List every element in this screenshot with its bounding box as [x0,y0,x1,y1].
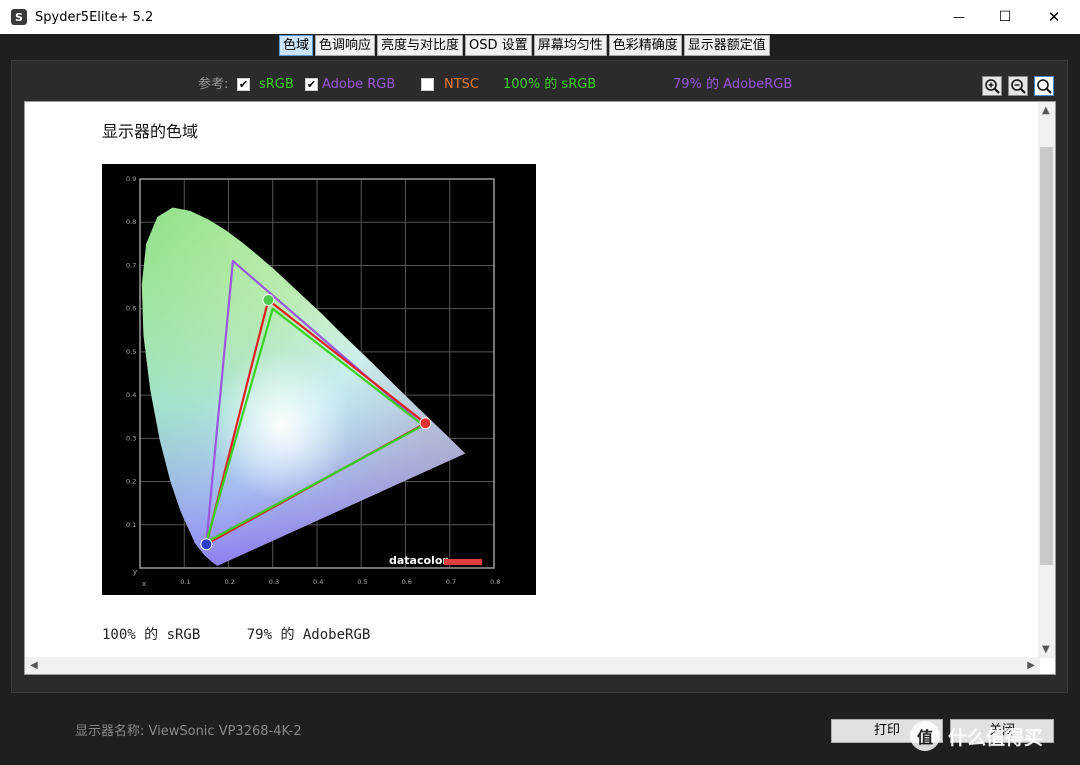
y-axis-label: y [133,568,137,576]
horizontal-scrollbar[interactable]: ◀ ▶ [25,657,1040,674]
watermark-text: 什么值得买 [948,726,1044,749]
zoom-out-button[interactable] [1008,76,1028,96]
y-tick-label: 0.4 [126,391,136,399]
scroll-right-icon[interactable]: ▶ [1027,660,1035,671]
results-line: 100% 的 sRGB 79% 的 AdobeRGB [102,624,408,644]
x-tick-label: 0.6 [402,578,412,586]
x-axis-label: x [142,580,146,588]
datacolor-logo: datacolor [389,554,448,567]
x-tick-label: 0.7 [446,578,456,586]
app-icon: S [11,9,27,25]
gamut-chart: 0.1 0.2 0.3 0.4 0.5 0.6 0.7 0.8 0.1 0.2 0.3 0.4 0.5 0… [102,164,536,595]
close-icon: ✕ [1047,8,1061,26]
zoom-fit-icon [1037,79,1052,94]
title-bar: S Spyder5Elite+ 5.2 — ☐ ✕ [0,0,1080,34]
zoom-fit-button[interactable] [1034,76,1054,96]
adobe-rgb-label[interactable]: Adobe RGB [322,75,395,95]
watermark-logo: 值 [910,721,940,751]
maximize-button[interactable]: ☐ [982,0,1028,34]
x-tick-label: 0.2 [225,578,235,586]
watermark: 值 什么值得买 [910,720,1043,752]
scroll-up-icon[interactable]: ▲ [1042,105,1050,116]
srgb-checkbox[interactable]: ✔ [237,78,250,91]
tab-osd-settings[interactable]: OSD 设置 [465,35,532,56]
window-title: Spyder5Elite+ 5.2 [35,9,154,25]
adobe-rgb-checkbox[interactable]: ✔ [305,78,318,91]
reference-label: 参考: [198,77,229,92]
y-tick-label: 0.1 [126,521,136,529]
ntsc-label[interactable]: NTSC [444,75,479,95]
result-adobe: 79% 的 AdobeRGB [246,627,371,643]
tab-gamut[interactable]: 色域 [279,35,314,56]
datacolor-logo-bar [444,559,482,565]
primary-point [419,417,432,430]
zoom-in-button[interactable] [982,76,1002,96]
minimize-button[interactable]: — [936,0,982,34]
x-tick-label: 0.5 [357,578,367,586]
maximize-icon: ☐ [998,9,1012,25]
scroll-left-icon[interactable]: ◀ [30,660,38,671]
gamut-svg: 0.1 0.2 0.3 0.4 0.5 0.6 0.7 0.8 0.1 0.2 0.3 0.4 0.5 0… [126,175,500,588]
tab-bar: 色域 色调响应 亮度与对比度 OSD 设置 屏幕均匀性 色彩精确度 显示器额定值 [279,34,772,56]
close-window-button[interactable]: ✕ [1031,0,1077,34]
primary-point [262,294,275,307]
adobe-coverage-summary: 79% 的 AdobeRGB [673,77,793,92]
tab-monitor-rating[interactable]: 显示器额定值 [683,35,770,56]
tab-screen-uniformity[interactable]: 屏幕均匀性 [533,35,607,56]
tab-brightness-contrast[interactable]: 亮度与对比度 [377,35,464,56]
reference-row: 参考: ✔ sRGB ✔ Adobe RGB NTSC 100% 的 sRGB … [0,75,1080,97]
x-tick-label: 0.1 [180,578,190,586]
spectral-locus [141,207,466,566]
vertical-scroll-thumb[interactable] [1040,147,1053,565]
zoom-in-icon [985,79,1000,94]
tab-color-accuracy[interactable]: 色彩精确度 [608,35,682,56]
ntsc-checkbox[interactable] [421,78,434,91]
x-tick-label: 0.3 [269,578,279,586]
white-point-glow [211,350,352,501]
y-tick-label: 0.8 [126,218,136,226]
minimize-icon: — [953,10,965,24]
primary-point [200,538,213,551]
x-tick-label: 0.4 [313,578,323,586]
y-tick-label: 0.5 [126,348,136,356]
x-tick-label: 0.8 [490,578,500,586]
y-tick-label: 0.9 [126,175,136,183]
y-tick-label: 0.6 [126,305,136,313]
report-title: 显示器的色域 [102,122,199,141]
y-tick-label: 0.3 [126,434,136,442]
result-srgb: 100% 的 sRGB [102,627,201,643]
srgb-label[interactable]: sRGB [259,75,294,95]
y-tick-label: 0.2 [126,478,136,486]
vertical-scrollbar[interactable]: ▲ ▼ [1038,102,1055,658]
monitor-name-label: 显示器名称: ViewSonic VP3268-4K-2 [75,724,302,739]
y-tick-label: 0.7 [126,261,136,269]
tab-tone-response[interactable]: 色调响应 [315,35,376,56]
scroll-down-icon[interactable]: ▼ [1042,644,1050,655]
srgb-coverage-summary: 100% 的 sRGB [503,77,597,92]
report-view[interactable]: 显示器的色域 0.1 0.2 0.3 0.4 0.5 0.6 0.7 0.8 0… [24,101,1056,675]
zoom-out-icon [1011,79,1026,94]
